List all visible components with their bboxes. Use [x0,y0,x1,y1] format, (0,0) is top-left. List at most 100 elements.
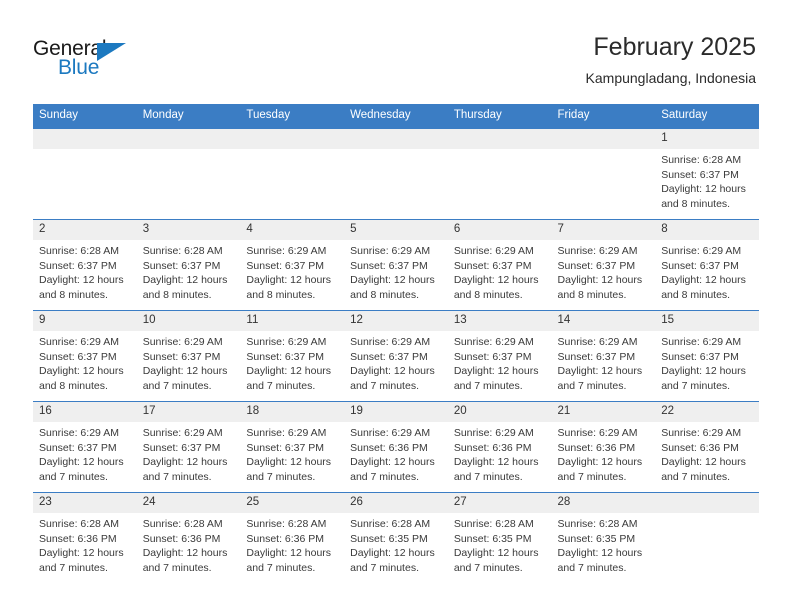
calendar-day-cell[interactable]: 25 Sunrise: 6:28 AM Sunset: 6:36 PM Dayl… [240,492,345,583]
calendar-day-cell[interactable]: 24 Sunrise: 6:28 AM Sunset: 6:36 PM Dayl… [136,492,241,583]
day-number [655,493,759,513]
calendar-day-cell[interactable]: 8 Sunrise: 6:29 AM Sunset: 6:37 PM Dayli… [655,219,759,311]
day-details: Sunrise: 6:29 AM Sunset: 6:37 PM Dayligh… [240,240,344,302]
day-number [551,129,656,149]
day-number: 4 [240,220,345,240]
calendar-day-cell[interactable] [240,128,345,220]
day-number: 25 [240,493,345,513]
sunset-text: Sunset: 6:37 PM [142,259,221,272]
calendar-week-row: 23 Sunrise: 6:28 AM Sunset: 6:36 PM Dayl… [33,492,759,583]
day-details: Sunrise: 6:28 AM Sunset: 6:36 PM Dayligh… [240,513,344,575]
calendar-day-cell[interactable] [344,128,448,220]
calendar-day-cell[interactable]: 22 Sunrise: 6:29 AM Sunset: 6:36 PM Dayl… [655,401,759,493]
calendar-day-cell[interactable]: 3 Sunrise: 6:28 AM Sunset: 6:37 PM Dayli… [136,219,241,311]
daylight-text: Daylight: 12 hours and 7 minutes. [661,456,746,483]
day-details: Sunrise: 6:28 AM Sunset: 6:37 PM Dayligh… [655,149,759,211]
calendar-day-cell[interactable]: 4 Sunrise: 6:29 AM Sunset: 6:37 PM Dayli… [240,219,345,311]
calendar-day-cell[interactable]: 1 Sunrise: 6:28 AM Sunset: 6:37 PM Dayli… [655,128,759,220]
sunrise-text: Sunrise: 6:29 AM [661,336,742,348]
day-details: Sunrise: 6:29 AM Sunset: 6:37 PM Dayligh… [344,240,448,302]
sunset-text: Sunset: 6:37 PM [246,259,325,272]
sunset-text: Sunset: 6:35 PM [453,532,532,545]
daylight-text: Daylight: 12 hours and 7 minutes. [39,456,124,483]
calendar-day-cell[interactable]: 11 Sunrise: 6:29 AM Sunset: 6:37 PM Dayl… [240,310,345,402]
calendar-day-cell[interactable]: 2 Sunrise: 6:28 AM Sunset: 6:37 PM Dayli… [33,219,137,311]
sunset-text: Sunset: 6:36 PM [453,441,532,454]
calendar-day-cell[interactable]: 12 Sunrise: 6:29 AM Sunset: 6:37 PM Dayl… [344,310,448,402]
calendar-day-cell[interactable] [551,128,656,220]
sunrise-text: Sunrise: 6:29 AM [39,336,119,348]
logo-triangle-icon [97,43,126,61]
calendar-day-cell[interactable]: 13 Sunrise: 6:29 AM Sunset: 6:37 PM Dayl… [447,310,552,402]
calendar-day-cell[interactable]: 21 Sunrise: 6:29 AM Sunset: 6:36 PM Dayl… [551,401,656,493]
day-number: 5 [344,220,448,240]
day-number: 21 [551,402,656,422]
calendar-day-cell[interactable]: 6 Sunrise: 6:29 AM Sunset: 6:37 PM Dayli… [447,219,552,311]
calendar-day-cell[interactable]: 16 Sunrise: 6:29 AM Sunset: 6:37 PM Dayl… [33,401,137,493]
day-details: Sunrise: 6:29 AM Sunset: 6:37 PM Dayligh… [655,240,759,302]
daylight-text: Daylight: 12 hours and 7 minutes. [453,547,539,574]
daylight-text: Daylight: 12 hours and 8 minutes. [246,274,332,301]
daylight-text: Daylight: 12 hours and 7 minutes. [557,365,643,392]
daylight-text: Daylight: 12 hours and 8 minutes. [142,274,228,301]
daylight-text: Daylight: 12 hours and 7 minutes. [453,365,539,392]
day-number: 17 [136,402,241,422]
sunrise-text: Sunrise: 6:28 AM [661,154,742,166]
day-number [33,129,137,149]
calendar-day-cell[interactable]: 14 Sunrise: 6:29 AM Sunset: 6:37 PM Dayl… [551,310,656,402]
day-number: 1 [655,129,759,149]
day-details: Sunrise: 6:28 AM Sunset: 6:35 PM Dayligh… [448,513,552,575]
sunrise-text: Sunrise: 6:29 AM [246,336,327,348]
sunrise-text: Sunrise: 6:28 AM [350,518,431,530]
sunrise-text: Sunrise: 6:29 AM [350,427,431,439]
weekday-header-sunday: Sunday [33,104,137,129]
calendar-day-cell[interactable]: 15 Sunrise: 6:29 AM Sunset: 6:37 PM Dayl… [655,310,759,402]
calendar-day-cell[interactable]: 28 Sunrise: 6:28 AM Sunset: 6:35 PM Dayl… [551,492,656,583]
day-number: 24 [136,493,241,513]
daylight-text: Daylight: 12 hours and 7 minutes. [661,365,746,392]
calendar-day-cell[interactable] [136,128,241,220]
day-details: Sunrise: 6:29 AM Sunset: 6:37 PM Dayligh… [240,422,344,484]
calendar-day-cell[interactable]: 10 Sunrise: 6:29 AM Sunset: 6:37 PM Dayl… [136,310,241,402]
title-block: February 2025 Kampungladang, Indonesia [586,32,756,87]
sunset-text: Sunset: 6:37 PM [557,259,636,272]
sunset-text: Sunset: 6:37 PM [350,350,428,363]
calendar-day-cell[interactable] [655,492,759,583]
day-details: Sunrise: 6:28 AM Sunset: 6:36 PM Dayligh… [137,513,241,575]
sunrise-text: Sunrise: 6:28 AM [557,518,638,530]
calendar-body: 1 Sunrise: 6:28 AM Sunset: 6:37 PM Dayli… [33,128,759,583]
day-number: 13 [447,311,552,331]
day-number [344,129,448,149]
calendar-day-cell[interactable]: 17 Sunrise: 6:29 AM Sunset: 6:37 PM Dayl… [136,401,241,493]
calendar-day-cell[interactable]: 18 Sunrise: 6:29 AM Sunset: 6:37 PM Dayl… [240,401,345,493]
sunrise-text: Sunrise: 6:28 AM [39,245,119,257]
day-number: 10 [136,311,241,331]
day-number: 14 [551,311,656,331]
calendar-day-cell[interactable]: 20 Sunrise: 6:29 AM Sunset: 6:36 PM Dayl… [447,401,552,493]
weekday-header-friday: Friday [551,104,656,129]
day-details: Sunrise: 6:28 AM Sunset: 6:37 PM Dayligh… [33,240,137,302]
calendar-day-cell[interactable] [33,128,137,220]
daylight-text: Daylight: 12 hours and 8 minutes. [661,183,746,210]
calendar-day-cell[interactable]: 23 Sunrise: 6:28 AM Sunset: 6:36 PM Dayl… [33,492,137,583]
general-blue-logo[interactable]: General Blue [33,37,153,83]
sunset-text: Sunset: 6:36 PM [39,532,117,545]
calendar-day-cell[interactable]: 26 Sunrise: 6:28 AM Sunset: 6:35 PM Dayl… [344,492,448,583]
calendar-header-row: Sunday Monday Tuesday Wednesday Thursday… [33,104,759,129]
daylight-text: Daylight: 12 hours and 8 minutes. [557,274,643,301]
calendar-day-cell[interactable]: 5 Sunrise: 6:29 AM Sunset: 6:37 PM Dayli… [344,219,448,311]
day-number: 12 [344,311,448,331]
sunrise-text: Sunrise: 6:29 AM [350,336,431,348]
sunrise-text: Sunrise: 6:29 AM [453,336,534,348]
daylight-text: Daylight: 12 hours and 7 minutes. [142,365,228,392]
calendar-day-cell[interactable]: 19 Sunrise: 6:29 AM Sunset: 6:36 PM Dayl… [344,401,448,493]
sunset-text: Sunset: 6:35 PM [557,532,636,545]
calendar-week-row: 16 Sunrise: 6:29 AM Sunset: 6:37 PM Dayl… [33,401,759,493]
calendar-day-cell[interactable]: 9 Sunrise: 6:29 AM Sunset: 6:37 PM Dayli… [33,310,137,402]
calendar-day-cell[interactable]: 7 Sunrise: 6:29 AM Sunset: 6:37 PM Dayli… [551,219,656,311]
sunset-text: Sunset: 6:36 PM [246,532,325,545]
calendar-day-cell[interactable] [447,128,552,220]
calendar-day-cell[interactable]: 27 Sunrise: 6:28 AM Sunset: 6:35 PM Dayl… [447,492,552,583]
day-details: Sunrise: 6:29 AM Sunset: 6:37 PM Dayligh… [448,331,552,393]
day-number: 15 [655,311,759,331]
